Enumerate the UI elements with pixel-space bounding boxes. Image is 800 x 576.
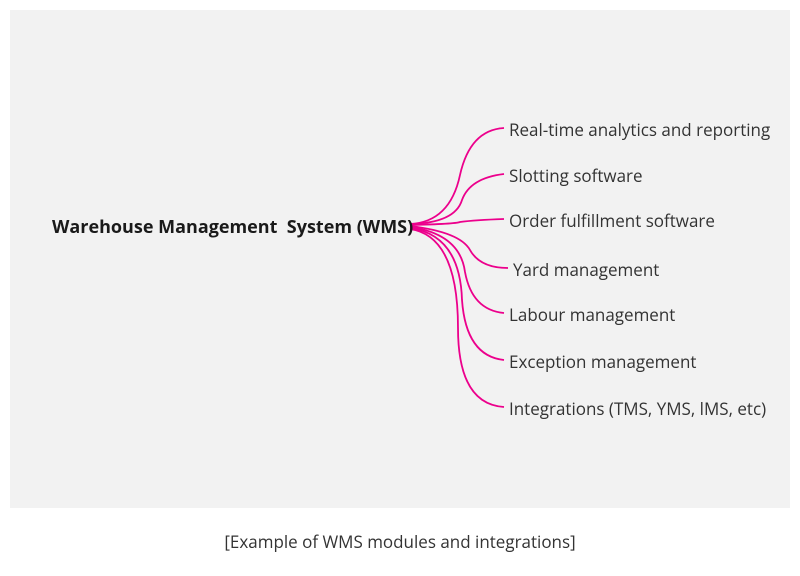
root-node-label: Warehouse Management System (WMS) [52, 215, 413, 239]
diagram-panel: Warehouse Management System (WMS) Real-t… [10, 10, 790, 508]
connector-lines [10, 10, 790, 508]
module-label: Labour management [509, 303, 675, 326]
diagram-caption: [Example of WMS modules and integrations… [0, 530, 800, 553]
module-label: Integrations (TMS, YMS, lMS, etc) [509, 397, 766, 420]
module-label: Yard management [513, 258, 659, 281]
module-label: Slotting software [509, 164, 643, 187]
module-label: Order fulfillment software [509, 209, 715, 232]
module-label: Exception management [509, 350, 696, 373]
module-label: Real-time analytics and reporting [509, 118, 770, 141]
